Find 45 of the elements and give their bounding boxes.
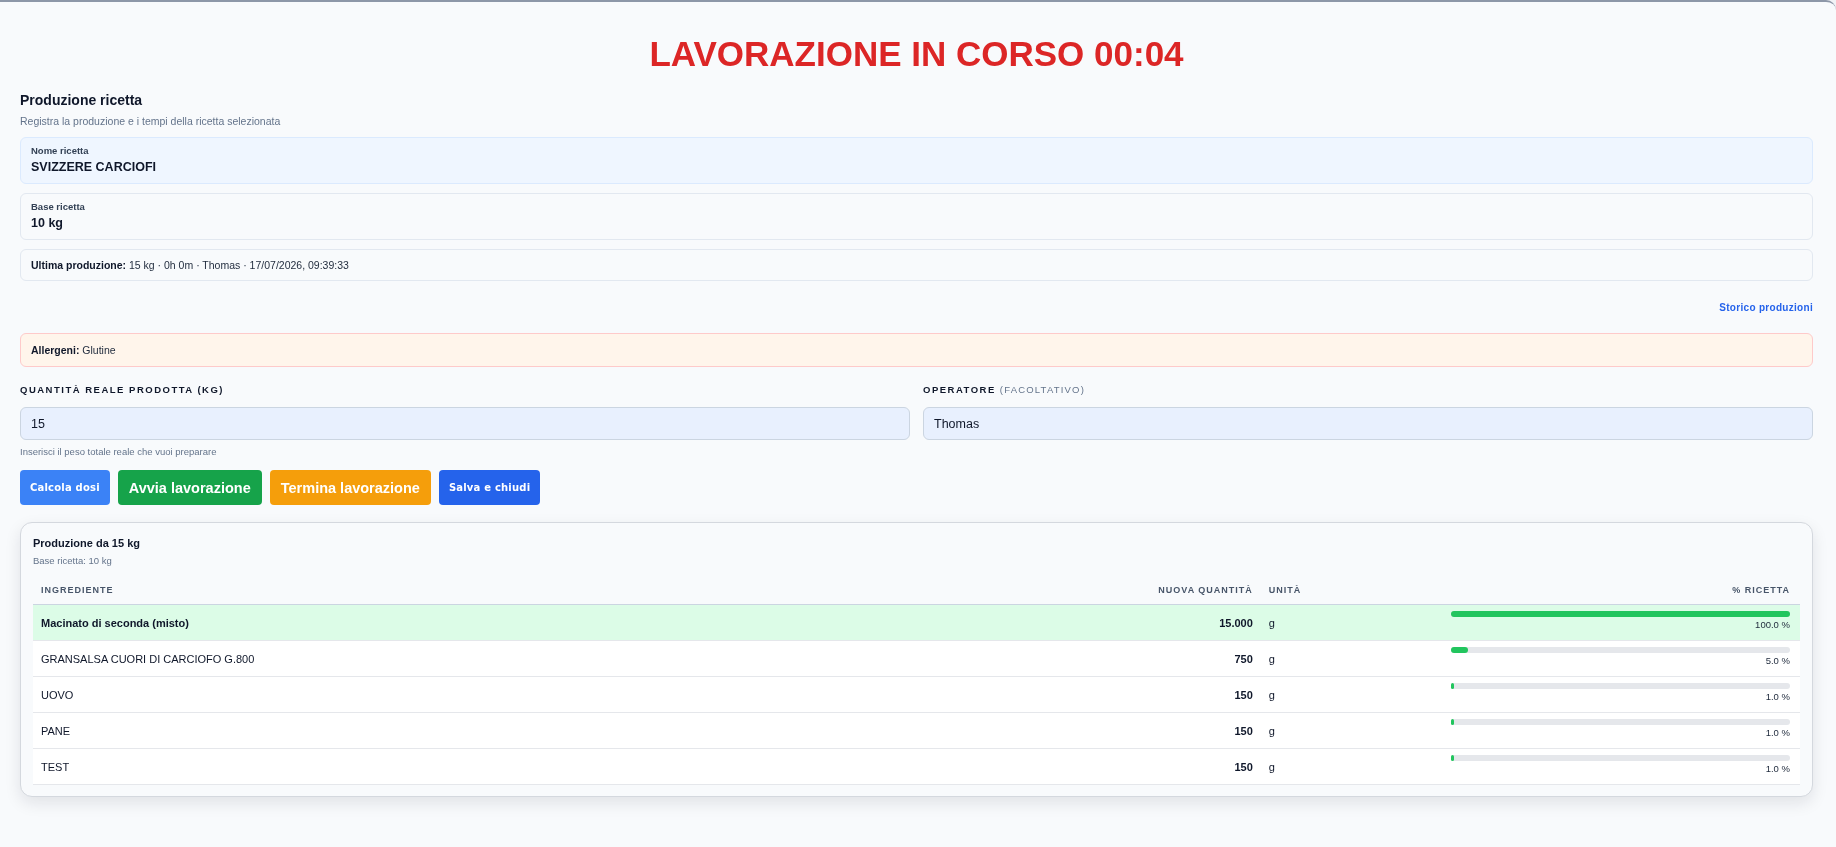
percent-value: 1.0 % [1765, 727, 1790, 739]
results-title: Produzione da 15 kg [33, 536, 140, 550]
quantity-value: 15.000 [1219, 615, 1253, 630]
field-label: OPERATORE [923, 384, 996, 396]
allergen-notice: Allergeni: Glutine [20, 333, 1813, 367]
field-label: Base ricetta [31, 201, 85, 213]
percent-value: 1.0 % [1765, 691, 1790, 703]
quantity-value: 150 [1234, 723, 1253, 738]
field-label: QUANTITÀ REALE PRODOTTA (KG) [20, 384, 224, 396]
action-button[interactable]: Calcola dosi [20, 470, 110, 505]
last-production-info: Ultima produzione: 15 kg · 0h 0m · Thomas · 17/07/2026, 09:39:33 [20, 249, 1813, 281]
unit-value: g [1268, 651, 1275, 666]
percent-value: 5.0 % [1765, 655, 1790, 667]
field-value: SVIZZERE CARCIOFI [31, 159, 156, 176]
column-header: INGREDIENTE [41, 584, 114, 596]
percent-value: 100.0 % [1755, 619, 1790, 631]
results-subtitle: Base ricetta: 10 kg [33, 555, 112, 567]
quantity-value: 750 [1234, 651, 1253, 666]
field-label: Nome ricetta [31, 145, 89, 157]
percent-value: 1.0 % [1765, 763, 1790, 775]
unit-value: g [1268, 759, 1275, 774]
quantity-value: 150 [1234, 759, 1253, 774]
field-value: 10 kg [31, 215, 63, 232]
column-header: UNITÀ [1268, 584, 1302, 596]
status-title: LAVORAZIONE IN CORSO 00:04 [649, 33, 1184, 75]
column-header: NUOVA QUANTITÀ [1158, 584, 1253, 596]
unit-value: g [1268, 723, 1275, 738]
ingredient-name: PANE [41, 723, 71, 738]
unit-value: g [1268, 687, 1275, 702]
input-field[interactable]: Thomas [923, 407, 1813, 440]
ingredient-name: Macinato di seconda (misto) [41, 615, 189, 630]
section-title: Produzione ricetta [20, 91, 143, 110]
quantity-value: 150 [1234, 687, 1253, 702]
optional-note: (FACOLTATIVO) [999, 384, 1086, 396]
input-field[interactable]: 15 [20, 407, 910, 440]
field-hint: Inserisci il peso totale reale che vuoi preparare [20, 446, 217, 458]
ingredient-name: TEST [41, 759, 70, 774]
ingredient-name: GRANSALSA CUORI DI CARCIOFO G.800 [41, 651, 255, 666]
ingredient-name: UOVO [41, 687, 74, 702]
section-subtitle: Registra la produzione e i tempi della ricetta selezionata [20, 114, 281, 128]
unit-value: g [1268, 615, 1275, 630]
column-header: % RICETTA [1732, 584, 1790, 596]
action-button[interactable]: Avvia lavorazione [117, 470, 262, 505]
action-button[interactable]: Salva e chiudi [438, 470, 541, 505]
history-link[interactable]: Storico produzioni [1719, 301, 1813, 315]
